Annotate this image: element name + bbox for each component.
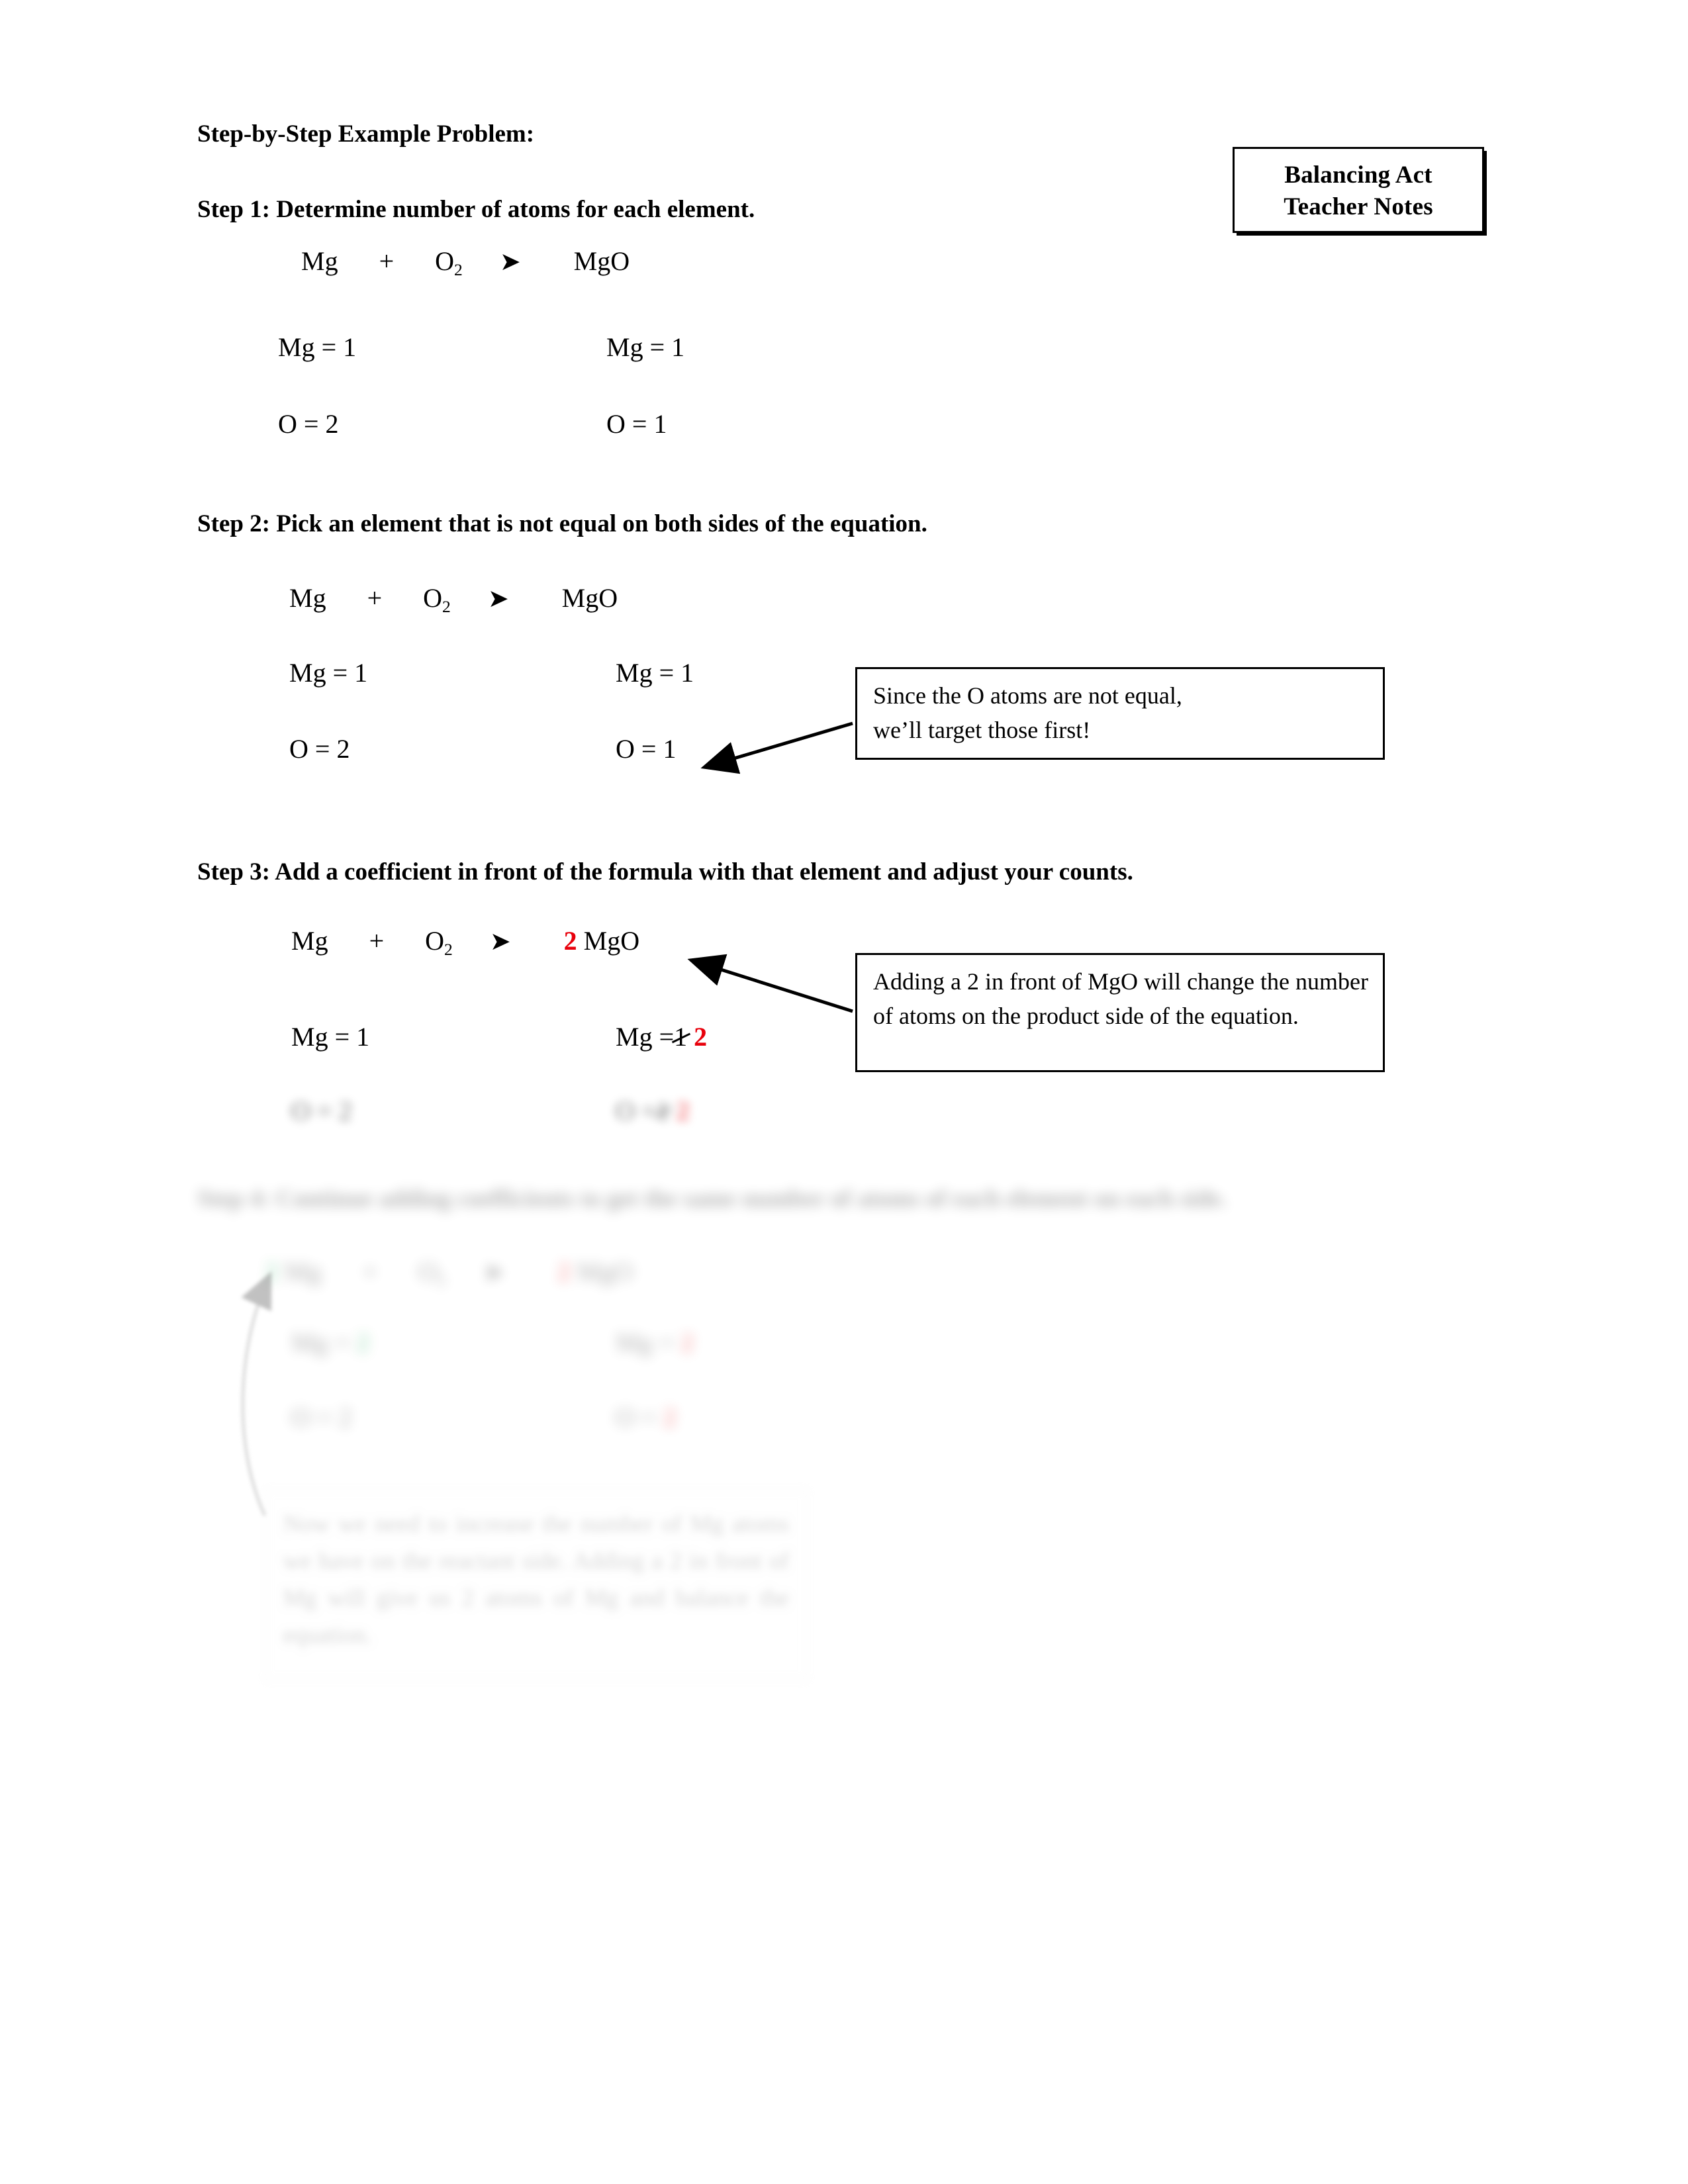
step-2-reactant-2: O2	[423, 583, 451, 616]
step-2-heading: Step 2: Pick an element that is not equa…	[197, 510, 927, 537]
step-2-left-mg-count: Mg = 1	[289, 658, 368, 688]
step-2-callout-line-1: Since the O atoms are not equal,	[873, 682, 1182, 709]
step-3-plus: +	[369, 926, 385, 956]
step-3-right-o-new: 2	[676, 1096, 690, 1126]
step-2-callout-arrow	[700, 721, 853, 774]
page-title: Step-by-Step Example Problem:	[197, 120, 535, 148]
step-4-right-mg-label: Mg =	[616, 1328, 675, 1357]
right-arrow-icon: ➤	[489, 927, 511, 956]
step-3-left-mg-count: Mg = 1	[291, 1022, 370, 1052]
step-1-plus: +	[379, 246, 395, 276]
document-page: Balancing Act Teacher Notes Step-by-Step…	[0, 0, 1688, 2184]
step-3-callout-box: Adding a 2 in front of MgO will change t…	[855, 953, 1385, 1072]
step-4-reactant-coefficient: 2	[265, 1257, 278, 1287]
teacher-notes-header-box: Balancing Act Teacher Notes	[1233, 147, 1484, 233]
step-4-left-mg-count: Mg = 2	[291, 1327, 369, 1359]
step-4-left-o-count: O = 2	[291, 1402, 352, 1432]
step-1-right-mg-count: Mg = 1	[606, 332, 685, 362]
right-arrow-icon: ➤	[499, 247, 521, 276]
step-4-product: MgO	[577, 1257, 633, 1287]
step-3-right-mg-struck: 1	[674, 1022, 688, 1052]
annotation-arrows	[241, 721, 853, 1517]
step-2-right-o-count: O = 1	[616, 734, 677, 764]
step-2-left-o-count: O = 2	[289, 734, 350, 764]
step-4-left-mg-new: 2	[356, 1328, 370, 1357]
step-3-callout-arrow	[687, 954, 853, 1013]
step-4-callout-arrow	[241, 1271, 272, 1517]
step-4-right-o-label: O =	[616, 1402, 657, 1432]
note-box-line-2: Teacher Notes	[1284, 193, 1433, 220]
right-arrow-icon: ➤	[487, 584, 509, 613]
right-arrow-icon: ➤	[483, 1257, 504, 1287]
step-4-heading: Step 4: Continue adding coefficients to …	[197, 1185, 1227, 1212]
step-1-reactant-2: O2	[435, 246, 463, 279]
step-3-right-o-count: O =1 2	[616, 1095, 689, 1127]
note-box-line-1: Balancing Act	[1284, 161, 1432, 189]
step-3-right-mg-new: 2	[694, 1022, 708, 1052]
step-3-right-o-struck: 1	[656, 1096, 670, 1126]
step-1-right-o-count: O = 1	[606, 409, 667, 439]
step-4-right-o-count: O = 2	[616, 1402, 676, 1433]
step-4-equation: 2 Mg + O2 ➤ 2 MgO	[265, 1256, 633, 1291]
step-4-reactant-1: Mg	[285, 1257, 322, 1287]
step-3-left-o-count: O = 2	[291, 1096, 352, 1126]
step-1-left-o-count: O = 2	[278, 409, 339, 439]
step-2-plus: +	[367, 583, 383, 613]
step-4-right-o-new: 2	[663, 1402, 677, 1432]
step-3-right-o-label: O =	[616, 1096, 657, 1126]
step-4-callout-box: Now we need to increase the number of Mg…	[265, 1489, 808, 1681]
step-3-right-mg-count: Mg =1 2	[616, 1021, 707, 1053]
step-4-right-mg-new: 2	[680, 1328, 694, 1357]
step-2-callout-box: Since the O atoms are not equal, we’ll t…	[855, 667, 1385, 760]
step-3-reactant-2: O2	[425, 926, 453, 959]
step-2-callout-line-2: we’ll target those first!	[873, 717, 1091, 743]
step-4-plus: +	[362, 1257, 378, 1287]
step-2-right-mg-count: Mg = 1	[616, 658, 694, 688]
step-4-product-coefficient: 2	[557, 1257, 571, 1287]
step-3-product-coefficient: 2	[563, 926, 577, 956]
step-3-reactant-1: Mg	[291, 926, 328, 956]
step-1-heading: Step 1: Determine number of atoms for ea…	[197, 196, 755, 223]
step-3-heading: Step 3: Add a coefficient in front of th…	[197, 858, 1133, 886]
step-2-equation: Mg + O2 ➤ MgO	[289, 582, 618, 617]
step-2-reactant-1: Mg	[289, 583, 326, 613]
step-4-right-mg-count: Mg = 2	[616, 1327, 694, 1359]
step-1-equation: Mg + O2 ➤ MgO	[301, 246, 630, 281]
step-2-product: MgO	[561, 583, 618, 613]
step-1-left-mg-count: Mg = 1	[278, 332, 357, 362]
step-3-right-mg-label: Mg =	[616, 1022, 675, 1052]
step-4-left-mg-label: Mg =	[291, 1328, 350, 1357]
step-3-equation: Mg + O2 ➤ 2 MgO	[291, 925, 639, 960]
step-3-product: MgO	[583, 926, 640, 956]
step-1-product: MgO	[573, 246, 630, 276]
step-4-reactant-2: O2	[418, 1257, 446, 1290]
step-1-reactant-1: Mg	[301, 246, 338, 276]
